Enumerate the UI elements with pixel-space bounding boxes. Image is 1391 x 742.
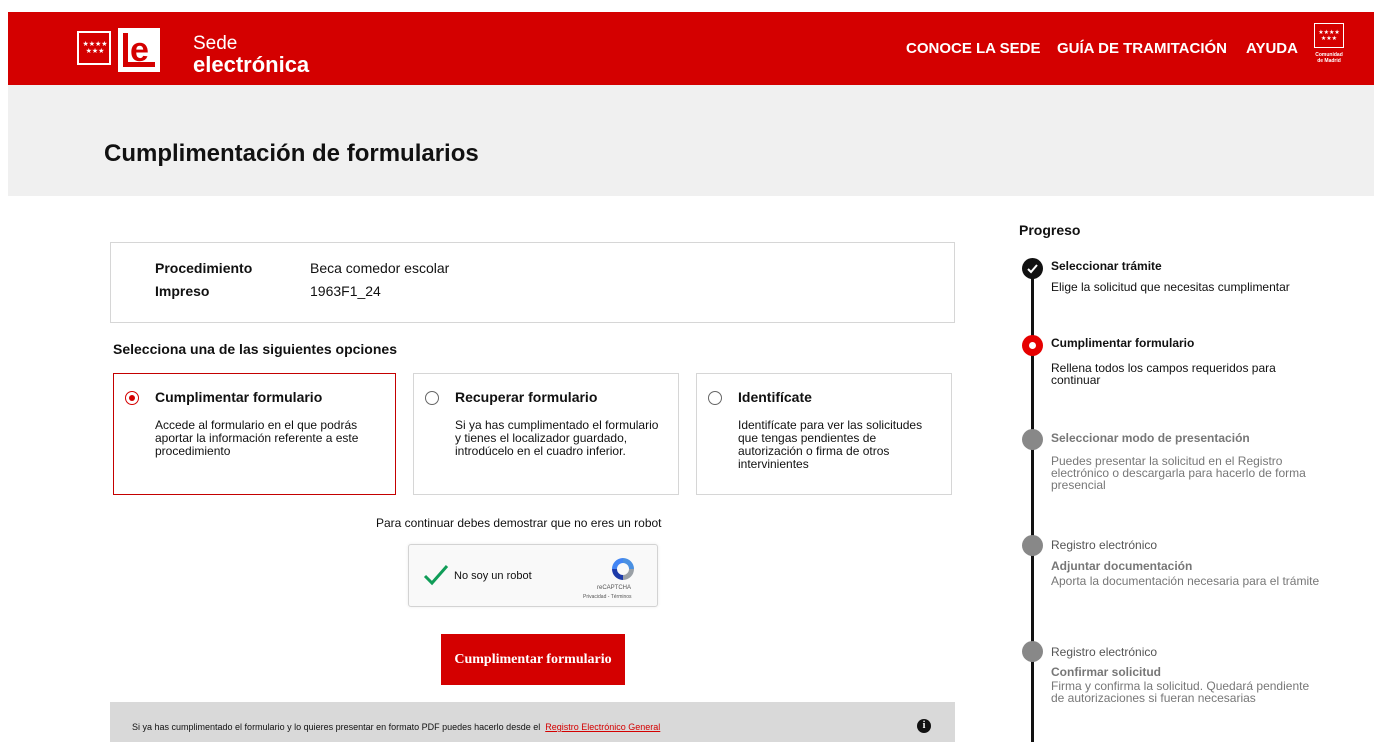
option-identificate[interactable]: Identifícate Identifícate para ver las s… <box>696 373 952 495</box>
step-sub: Registro electrónico <box>1051 645 1158 659</box>
step-pending-icon <box>1022 429 1043 450</box>
page-title: Cumplimentación de formularios <box>104 140 479 167</box>
nav-ayuda[interactable]: AYUDA <box>1246 40 1298 57</box>
step-pending-icon <box>1022 535 1043 556</box>
step-sub: Registro electrónico <box>1051 538 1158 552</box>
site-header: ★★★★ ★★★ e Sede electrónica CONOCE LA SED… <box>8 12 1374 85</box>
progress-title: Progreso <box>1019 222 1081 238</box>
option-title: Recuperar formulario <box>455 389 598 405</box>
procedure-info-box: Procedimiento Beca comedor escolar Impres… <box>110 242 955 323</box>
pdf-note-bar: Si ya has cumplimentado el formulario y … <box>110 702 955 742</box>
option-desc: Identifícate para ver las solicitudes qu… <box>738 418 923 471</box>
select-options-heading: Selecciona una de las siguientes opcione… <box>113 341 397 357</box>
procedimiento-row: Procedimiento Beca comedor escolar <box>155 260 449 276</box>
impreso-label: Impreso <box>155 283 210 299</box>
robot-prompt: Para continuar debes demostrar que no er… <box>376 516 662 530</box>
step-title: Seleccionar modo de presentación <box>1051 431 1250 445</box>
procedimiento-label: Procedimiento <box>155 260 253 276</box>
step-desc: Aporta la documentación necesaria para e… <box>1051 574 1320 588</box>
step-done-icon <box>1022 258 1043 279</box>
recaptcha-logo-icon <box>612 558 634 580</box>
nav-conoce-la-sede[interactable]: CONOCE LA SEDE <box>906 40 1040 57</box>
sede-logo-icon[interactable]: e <box>118 28 160 72</box>
info-icon[interactable]: i <box>917 719 931 733</box>
svg-text:e: e <box>130 31 149 69</box>
logo-line2: electrónica <box>193 52 310 77</box>
radio-recuperar[interactable] <box>425 391 439 405</box>
captcha-label: No soy un robot <box>454 570 532 582</box>
pdf-note: Si ya has cumplimentado el formulario y … <box>132 722 660 732</box>
step-title: Confirmar solicitud <box>1051 665 1162 679</box>
step-desc: Firma y confirma la solicitud. Quedará p… <box>1051 679 1310 705</box>
pdf-note-text: Si ya has cumplimentado el formulario y … <box>132 722 541 732</box>
option-title: Identifícate <box>738 389 812 405</box>
option-desc: Si ya has cumplimentado el formulario y … <box>455 418 659 458</box>
option-title: Cumplimentar formulario <box>155 389 323 405</box>
stars-icon: ★★★★ ★★★ <box>1314 23 1344 48</box>
option-cumplimentar[interactable]: Cumplimentar formulario Accede al formul… <box>113 373 396 495</box>
recaptcha-brand: reCAPTCHA <box>597 585 632 591</box>
checkmark-icon[interactable] <box>423 562 449 588</box>
step-current-icon <box>1022 335 1043 356</box>
recaptcha-links[interactable]: Privacidad - Términos <box>583 594 632 600</box>
step-title: Cumplimentar formulario <box>1051 336 1195 350</box>
procedimiento-value: Beca comedor escolar <box>310 260 450 276</box>
comunidad-madrid-logo[interactable]: ★★★★ ★★★ Comunidad de Madrid <box>1314 23 1344 73</box>
option-desc: Accede al formulario en el que podrás ap… <box>155 418 359 458</box>
cumplimentar-formulario-button[interactable]: Cumplimentar formulario <box>441 634 625 685</box>
impreso-row: Impreso 1963F1_24 <box>155 283 381 299</box>
option-recuperar[interactable]: Recuperar formulario Si ya has cumplimen… <box>413 373 679 495</box>
title-band: Cumplimentación de formularios <box>8 85 1374 196</box>
radio-cumplimentar[interactable] <box>125 391 139 405</box>
step-pending-icon <box>1022 641 1043 662</box>
impreso-value: 1963F1_24 <box>310 283 381 299</box>
nav-guia-tramitacion[interactable]: GUÍA DE TRAMITACIÓN <box>1057 40 1227 57</box>
registro-electronico-link[interactable]: Registro Electrónico General <box>545 722 660 732</box>
madrid-flag-icon[interactable]: ★★★★ ★★★ <box>77 31 111 65</box>
step-desc: Elige la solicitud que necesitas cumplim… <box>1051 280 1290 294</box>
step-desc: Puedes presentar la solicitud en el Regi… <box>1051 454 1306 492</box>
step-title: Seleccionar trámite <box>1051 259 1162 273</box>
region-logo-label2: de Madrid <box>1317 58 1341 64</box>
step-title: Adjuntar documentación <box>1051 559 1193 573</box>
radio-identificate[interactable] <box>708 391 722 405</box>
step-desc: Rellena todos los campos requeridos para… <box>1051 361 1276 387</box>
recaptcha-widget: No soy un robot reCAPTCHA Privacidad - T… <box>408 544 658 607</box>
